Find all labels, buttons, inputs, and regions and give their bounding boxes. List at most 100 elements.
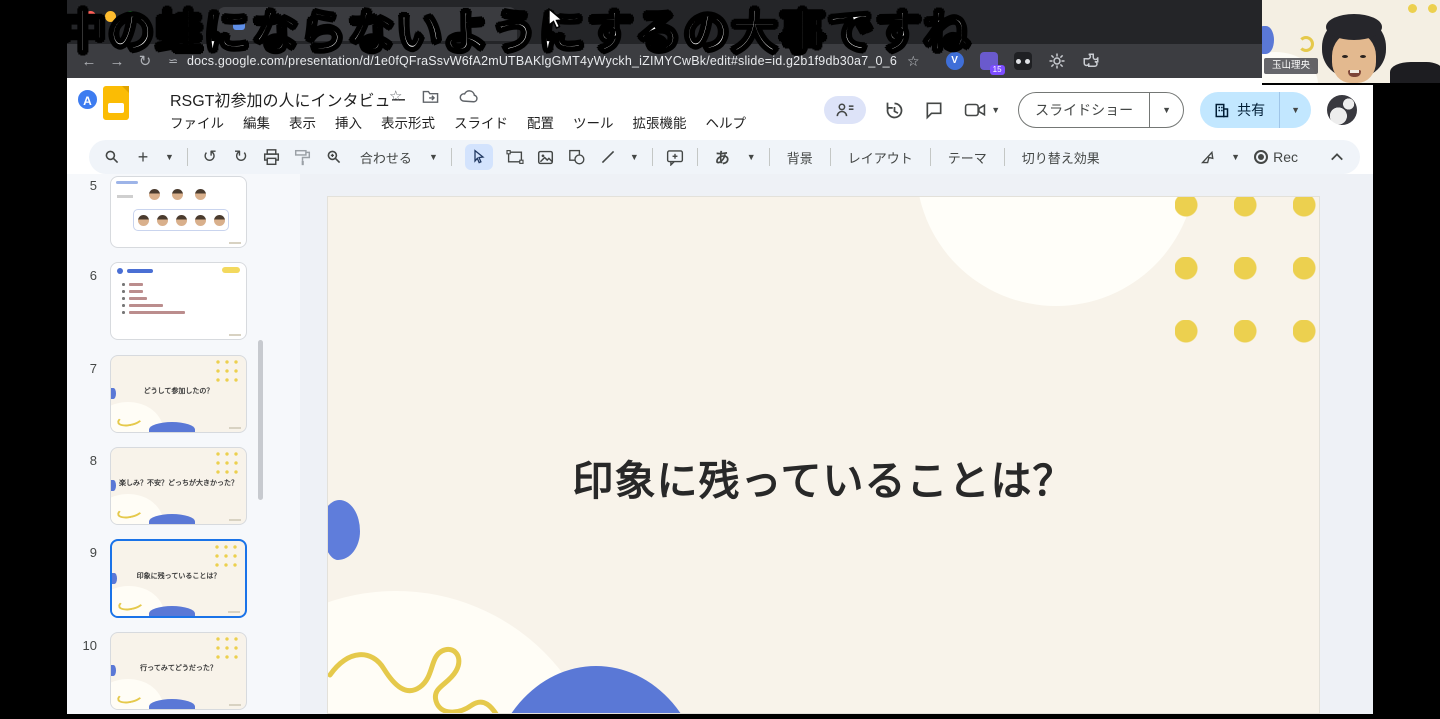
yellow-squiggle-decoration xyxy=(328,647,499,713)
slide-number: 5 xyxy=(89,178,97,193)
slides-logo-icon[interactable] xyxy=(103,86,129,120)
print-icon[interactable] xyxy=(263,144,281,170)
text-style-tool[interactable]: あ xyxy=(711,147,734,168)
share-button[interactable]: 共有 ▼ xyxy=(1200,92,1311,128)
blue-blob-left-decoration xyxy=(328,500,360,560)
redo-icon[interactable]: ↻ xyxy=(232,144,250,170)
slide-thumbnail-9-selected[interactable]: 印象に残っていることは？ xyxy=(110,539,247,618)
menu-bar: ファイル 編集 表示 挿入 表示形式 スライド 配置 ツール 拡張機能 ヘルプ xyxy=(170,112,746,132)
slideshow-button[interactable]: スライドショー ▼ xyxy=(1018,92,1185,128)
webcam-border xyxy=(1262,83,1440,85)
comments-icon[interactable] xyxy=(922,98,946,122)
slide-thumbnail-7[interactable]: どうして参加したの？ xyxy=(110,355,247,433)
thumb9-title: 印象に残っていることは？ xyxy=(136,573,221,580)
current-slide[interactable]: 印象に残っていることは？ xyxy=(328,197,1319,713)
insert-comment-icon[interactable] xyxy=(666,144,684,170)
caption-overlay: 中の蛙にならないようにするの大事ですね xyxy=(59,5,972,59)
transition-button[interactable]: 切り替え効果 xyxy=(1018,148,1104,167)
google-slides-app: A RSGT初参加の人にインタビュー ☆ ファイル 編集 表示 挿入 表示形式 … xyxy=(67,78,1373,714)
extension-badge: 15 xyxy=(989,65,1005,75)
thumb6-title-bar xyxy=(127,269,153,273)
cloud-status-icon[interactable] xyxy=(459,89,479,103)
version-history-icon[interactable] xyxy=(882,98,906,122)
menu-slide[interactable]: スライド xyxy=(454,112,508,132)
webcam-yellow-loop xyxy=(1298,36,1314,52)
slideshow-dropdown-icon[interactable]: ▼ xyxy=(1150,105,1183,115)
search-menus-icon[interactable] xyxy=(103,144,121,170)
slide-number: 6 xyxy=(89,268,97,283)
paint-format-icon[interactable] xyxy=(294,144,312,170)
account-avatar[interactable] xyxy=(1327,95,1357,125)
thumb10-title: 行ってみてどうだった？ xyxy=(140,665,217,673)
insert-image-icon[interactable] xyxy=(537,144,555,170)
zoom-icon[interactable] xyxy=(325,144,343,170)
person-teeth xyxy=(1350,70,1359,73)
slide-thumbnail-8[interactable]: 楽しみ？不安？どっちが大きかった？ xyxy=(110,447,247,525)
insert-line-icon[interactable] xyxy=(599,144,617,170)
filmstrip-scrollbar[interactable] xyxy=(258,340,263,500)
slide-filmstrip: 5 6 7 どうして参加したの？ 8 楽しみ？不安？どっちが大きかった？ 9 印… xyxy=(67,174,300,714)
fit-zoom-select[interactable]: 合わせる xyxy=(356,148,416,167)
mouse-cursor xyxy=(548,8,564,29)
person-shoulder xyxy=(1390,62,1440,85)
menu-extensions[interactable]: 拡張機能 xyxy=(633,112,687,132)
menu-arrange[interactable]: 配置 xyxy=(527,112,554,132)
webcam-yellow-dot xyxy=(1408,4,1417,13)
slide-thumbnail-6[interactable] xyxy=(110,262,247,340)
thumb7-title: どうして参加したの？ xyxy=(143,388,214,396)
person-eye xyxy=(1360,55,1366,58)
slide-number: 8 xyxy=(89,453,97,468)
move-folder-icon[interactable] xyxy=(422,89,439,104)
background-button[interactable]: 背景 xyxy=(783,148,817,167)
menu-insert[interactable]: 挿入 xyxy=(335,112,362,132)
laser-pointer-icon[interactable] xyxy=(1199,144,1217,170)
menu-edit[interactable]: 編集 xyxy=(243,112,270,132)
new-slide-button[interactable]: + xyxy=(134,144,152,170)
layout-button[interactable]: レイアウト xyxy=(844,148,917,167)
slide-number: 10 xyxy=(82,638,97,653)
workspace: 5 6 7 どうして参加したの？ 8 楽しみ？不安？どっちが大きかった？ 9 印… xyxy=(67,174,1373,714)
participant-name-label: 玉山理央 xyxy=(1264,58,1318,74)
slide-canvas[interactable]: 印象に残っていることは？ xyxy=(327,196,1320,714)
star-document-icon[interactable]: ☆ xyxy=(389,87,402,105)
thumb6-yellow-pill xyxy=(222,267,240,273)
record-icon xyxy=(1254,150,1269,164)
pointer-dropdown-icon[interactable]: ▼ xyxy=(1231,152,1240,162)
menu-file[interactable]: ファイル xyxy=(170,112,224,132)
video-frame: ← → ↻ ⋍ docs.google.com/presentation/d/1… xyxy=(0,0,1440,719)
share-dropdown-icon[interactable]: ▼ xyxy=(1280,105,1311,115)
thumb5-avatar-row1 xyxy=(149,189,206,200)
thumb5-avatar-row2 xyxy=(133,209,229,231)
document-title[interactable]: RSGT初参加の人にインタビュー xyxy=(170,87,406,111)
building-icon xyxy=(1215,103,1229,117)
menu-view[interactable]: 表示 xyxy=(289,112,316,132)
thumb8-title: 楽しみ？不安？どっちが大きかった？ xyxy=(119,480,238,488)
insert-shape-icon[interactable] xyxy=(568,144,586,170)
collapse-toolbar-icon[interactable] xyxy=(1328,144,1346,170)
line-dropdown-icon[interactable]: ▼ xyxy=(630,152,639,162)
thumb5-label-bar xyxy=(117,195,133,198)
menu-tools[interactable]: ツール xyxy=(573,112,614,132)
undo-icon[interactable]: ↺ xyxy=(201,144,219,170)
slide-thumbnail-5[interactable] xyxy=(110,176,247,248)
presenter-mode-icon[interactable] xyxy=(824,96,867,124)
rec-button[interactable]: Rec xyxy=(1254,149,1298,165)
webcam-video: 玉山理央 xyxy=(1262,0,1440,85)
slide-title-text[interactable]: 印象に残っていることは？ xyxy=(328,447,1319,507)
collaborator-avatar: A xyxy=(76,88,99,111)
text-box-icon[interactable] xyxy=(506,144,524,170)
slide-thumbnail-10[interactable]: 行ってみてどうだった？ xyxy=(110,632,247,710)
white-circle-decoration xyxy=(916,197,1196,306)
text-style-dropdown-icon[interactable]: ▼ xyxy=(747,152,756,162)
fit-zoom-dropdown-icon[interactable]: ▼ xyxy=(429,152,438,162)
new-slide-dropdown-icon[interactable]: ▼ xyxy=(165,152,174,162)
webcam-blue-blob xyxy=(1262,26,1274,54)
yellow-dots-decoration xyxy=(1175,197,1319,344)
meet-camera-icon[interactable]: ▼ xyxy=(962,98,1002,122)
select-tool-icon[interactable] xyxy=(464,144,493,170)
toolbar: + ▼ ↺ ↻ 合わせる ▼ ▼ あ ▼ 背景 レイアウト テーマ 切り替え効果… xyxy=(89,140,1360,174)
menu-help[interactable]: ヘルプ xyxy=(706,112,747,132)
slide-number: 7 xyxy=(89,361,97,376)
theme-button[interactable]: テーマ xyxy=(944,148,991,167)
menu-format[interactable]: 表示形式 xyxy=(381,112,435,132)
